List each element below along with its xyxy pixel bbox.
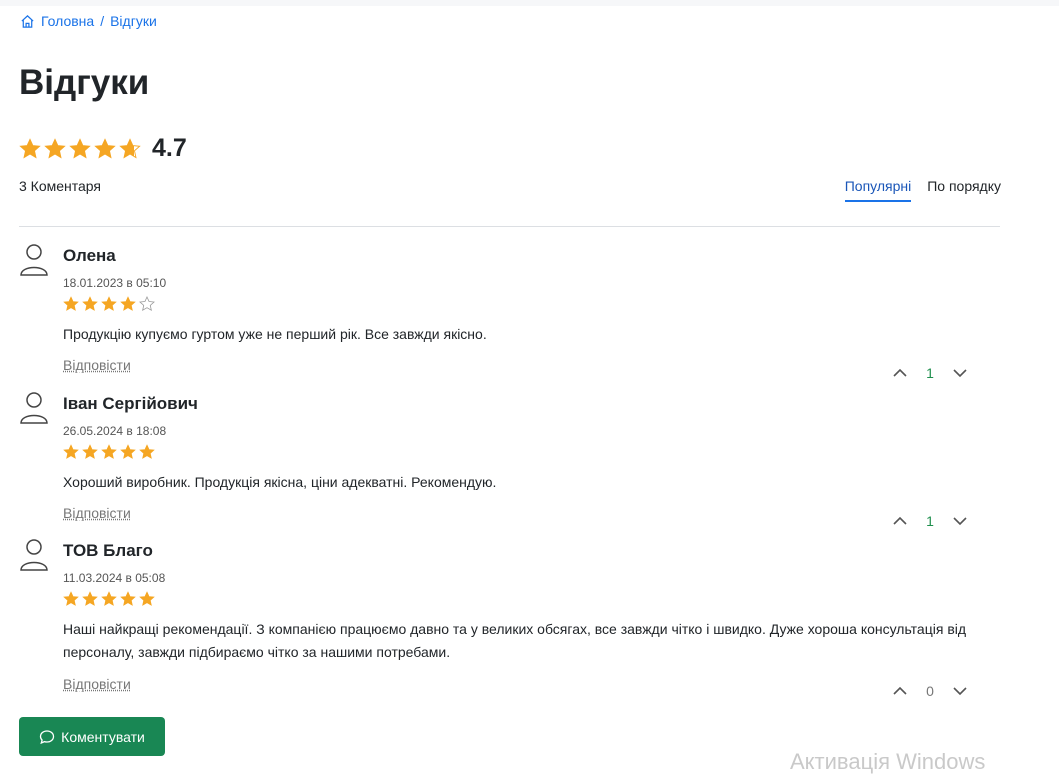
comment-button[interactable]: Коментувати bbox=[19, 717, 165, 756]
star-filled-icon bbox=[120, 296, 136, 311]
star-filled-icon bbox=[101, 444, 117, 459]
comments-count: 3 Коментаря bbox=[19, 178, 102, 194]
upvote-button[interactable] bbox=[890, 363, 910, 383]
sort-tab-popular[interactable]: Популярні bbox=[844, 178, 912, 202]
star-filled-icon bbox=[63, 444, 79, 459]
breadcrumb-current-link[interactable]: Відгуки bbox=[110, 13, 157, 29]
vote-controls: 1 bbox=[890, 363, 970, 383]
user-avatar-icon bbox=[20, 392, 48, 424]
star-filled-icon bbox=[44, 137, 66, 158]
user-avatar-icon bbox=[20, 244, 48, 276]
chevron-up-icon bbox=[893, 516, 907, 525]
rating-summary: 4.7 bbox=[19, 134, 187, 163]
star-empty-icon bbox=[139, 296, 155, 312]
vote-controls: 0 bbox=[890, 681, 970, 701]
upvote-button[interactable] bbox=[890, 511, 910, 531]
star-filled-icon bbox=[82, 591, 98, 606]
star-filled-icon bbox=[63, 591, 79, 606]
windows-activation-watermark: Активація Windows bbox=[790, 749, 986, 774]
average-rating: 4.7 bbox=[152, 134, 187, 162]
star-filled-icon bbox=[120, 444, 136, 459]
reply-link[interactable]: Відповісти bbox=[63, 676, 131, 692]
star-filled-icon bbox=[82, 444, 98, 459]
upvote-button[interactable] bbox=[890, 681, 910, 701]
home-icon[interactable] bbox=[20, 14, 35, 29]
review-stars bbox=[63, 296, 158, 312]
vote-count: 1 bbox=[926, 513, 934, 529]
star-filled-icon bbox=[19, 137, 41, 158]
chevron-down-icon bbox=[953, 369, 967, 378]
chevron-up-icon bbox=[893, 686, 907, 695]
star-filled-icon bbox=[63, 296, 79, 311]
review-item: Іван Сергійович 26.05.2024 в 18:08 Хорош… bbox=[19, 391, 1000, 531]
star-filled-icon bbox=[101, 591, 117, 606]
sort-tab-ordered[interactable]: По порядку bbox=[927, 178, 1001, 202]
review-author: Олена bbox=[63, 246, 116, 265]
chat-bubble-icon bbox=[40, 729, 55, 744]
summary-stars bbox=[19, 137, 144, 160]
review-text: Продукцію купуємо гуртом уже не перший р… bbox=[63, 326, 487, 342]
review-date: 18.01.2023 в 05:10 bbox=[63, 276, 167, 290]
star-partial-icon bbox=[119, 137, 141, 158]
downvote-button[interactable] bbox=[950, 681, 970, 701]
reply-link[interactable]: Відповісти bbox=[63, 357, 131, 373]
star-filled-icon bbox=[69, 137, 91, 158]
breadcrumb-home-link[interactable]: Головна bbox=[41, 13, 94, 29]
star-filled-icon bbox=[101, 296, 117, 311]
page-title: Відгуки bbox=[19, 63, 150, 102]
chevron-down-icon bbox=[953, 687, 967, 696]
star-filled-icon bbox=[94, 137, 116, 158]
user-avatar-icon bbox=[20, 539, 48, 571]
breadcrumb-separator: / bbox=[100, 13, 105, 29]
downvote-button[interactable] bbox=[950, 363, 970, 383]
sort-tabs: Популярні По порядку bbox=[844, 178, 1001, 202]
breadcrumb: Головна / Відгуки bbox=[20, 13, 157, 29]
chevron-up-icon bbox=[893, 368, 907, 377]
review-item: Олена 18.01.2023 в 05:10 Продукцію купує… bbox=[19, 243, 1000, 383]
review-text: Наші найкращі рекомендації. З компанією … bbox=[63, 621, 967, 660]
review-author: Іван Сергійович bbox=[63, 394, 198, 413]
review-item: ТОВ Благо 11.03.2024 в 05:08 Наші найкра… bbox=[19, 538, 1000, 703]
star-filled-icon bbox=[120, 591, 136, 606]
review-author: ТОВ Благо bbox=[63, 541, 153, 560]
divider bbox=[19, 226, 1000, 227]
star-filled-icon bbox=[139, 591, 155, 606]
top-bar bbox=[0, 0, 1059, 6]
review-date: 11.03.2024 в 05:08 bbox=[63, 571, 166, 585]
reply-link[interactable]: Відповісти bbox=[63, 505, 131, 521]
downvote-button[interactable] bbox=[950, 511, 970, 531]
review-text: Хороший виробник. Продукція якісна, ціни… bbox=[63, 474, 497, 490]
review-stars bbox=[63, 444, 158, 460]
vote-controls: 1 bbox=[890, 511, 970, 531]
comment-button-label: Коментувати bbox=[61, 728, 145, 745]
review-date: 26.05.2024 в 18:08 bbox=[63, 424, 167, 438]
star-filled-icon bbox=[139, 444, 155, 459]
star-filled-icon bbox=[82, 296, 98, 311]
chevron-down-icon bbox=[953, 517, 967, 526]
vote-count: 0 bbox=[926, 683, 934, 699]
review-stars bbox=[63, 591, 158, 607]
vote-count: 1 bbox=[926, 365, 934, 381]
